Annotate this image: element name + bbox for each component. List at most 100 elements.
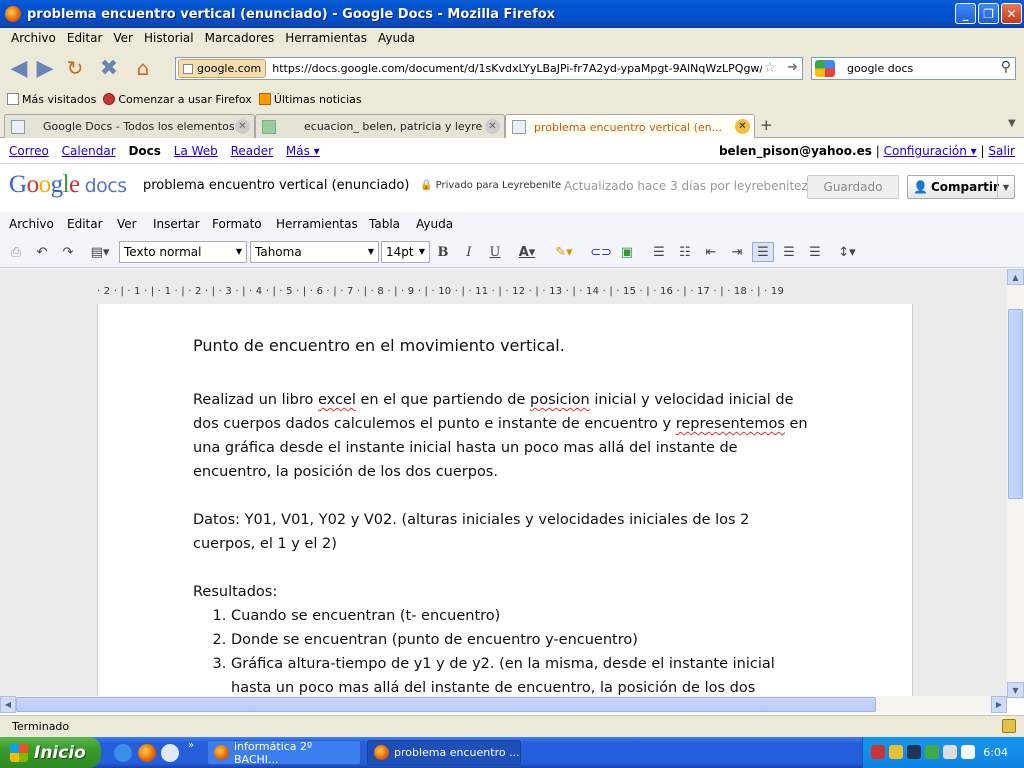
horizontal-scroll-thumb[interactable] [16, 697, 876, 712]
menu-ayuda[interactable]: Ayuda [378, 31, 415, 45]
start-button[interactable]: Inicio [0, 737, 101, 768]
menu-archivo[interactable]: Archivo [11, 31, 56, 45]
paragraph-style-select[interactable]: Texto normal ▼ [119, 241, 247, 263]
gbar-reader[interactable]: Reader [231, 144, 273, 158]
docmenu-ver[interactable]: Ver [117, 217, 137, 231]
gbar-la-web[interactable]: La Web [174, 144, 218, 158]
docmenu-insertar[interactable]: Insertar [153, 217, 200, 231]
bookmark-comenzar-firefox[interactable]: Comenzar a usar Firefox [103, 93, 252, 106]
decrease-indent-icon[interactable]: ⇤ [700, 242, 722, 262]
tray-app-icon[interactable] [889, 745, 903, 759]
underline-icon[interactable]: U [484, 242, 506, 262]
tab-close-icon[interactable]: ✕ [485, 119, 500, 134]
taskbar-item-problema[interactable]: problema encuentro ... [367, 740, 521, 765]
maximize-button[interactable]: ❐ [978, 3, 999, 24]
tab-list-arrow-icon[interactable]: ▼ [1008, 118, 1016, 129]
share-dropdown-icon[interactable]: ▼ [997, 176, 1014, 198]
tab-ecuacion[interactable]: ecuacion_ belen, patricia y leyre ✕ [255, 114, 505, 138]
update-icon[interactable] [925, 745, 939, 759]
docmenu-tabla[interactable]: Tabla [369, 217, 400, 231]
print-icon[interactable]: ⎙ [5, 242, 27, 262]
document-title[interactable]: problema encuentro vertical (enunciado) [143, 178, 409, 193]
docmenu-herramientas[interactable]: Herramientas [276, 217, 358, 231]
ruler[interactable]: · 2 · | · 1 · | · 1 · | · 2 · | · 3 · | … [97, 286, 915, 300]
scroll-up-icon[interactable]: ▲ [1007, 269, 1024, 285]
forward-icon[interactable]: ▶ [34, 53, 56, 83]
image-icon[interactable]: ▣ [616, 242, 638, 262]
tab-problema-encuentro[interactable]: problema encuentro vertical (en... ✕ [505, 114, 755, 139]
tab-close-icon[interactable]: ✕ [235, 119, 250, 134]
back-icon[interactable]: ◀ [4, 53, 34, 83]
redo-icon[interactable]: ↷ [57, 242, 79, 262]
link-icon[interactable]: ⊂⊃ [590, 242, 612, 262]
gbar-correo[interactable]: Correo [9, 144, 49, 158]
font-size-select[interactable]: 14pt ▼ [381, 241, 430, 263]
site-identity-button[interactable]: google.com [178, 59, 267, 78]
bulleted-list-icon[interactable]: ☷ [674, 242, 696, 262]
bookmark-mas-visitados[interactable]: Más visitados [7, 93, 96, 106]
docmenu-editar[interactable]: Editar [67, 217, 103, 231]
gbar-mas[interactable]: Más ▾ [286, 144, 320, 158]
document-page[interactable]: Punto de encuentro en el movimiento vert… [97, 304, 913, 697]
text-color-icon[interactable]: A▾ [511, 242, 543, 262]
increase-indent-icon[interactable]: ⇥ [726, 242, 748, 262]
quicklaunch-expand-icon[interactable]: » [188, 740, 194, 751]
network-icon[interactable] [907, 745, 921, 759]
line-spacing-icon[interactable]: ↕▾ [832, 242, 862, 262]
gbar-configuracion[interactable]: Configuración ▾ [884, 144, 977, 158]
search-icon[interactable]: ⚲ [1001, 59, 1011, 75]
docmenu-formato[interactable]: Formato [212, 217, 262, 231]
align-right-icon[interactable]: ☰ [804, 242, 826, 262]
bold-icon[interactable]: B [432, 242, 454, 262]
menu-historial[interactable]: Historial [144, 31, 194, 45]
firefox-quicklaunch-icon[interactable] [138, 744, 156, 762]
home-icon[interactable]: ⌂ [128, 53, 158, 83]
messenger-icon[interactable] [161, 744, 179, 762]
menu-editar[interactable]: Editar [67, 31, 103, 45]
search-input[interactable]: google docs [847, 62, 913, 75]
highlight-color-icon[interactable]: ✎▾ [548, 242, 580, 262]
share-button[interactable]: 👤 Compartir ▼ [907, 175, 1015, 199]
font-family-select[interactable]: Tahoma ▼ [250, 241, 379, 263]
document-body[interactable]: Punto de encuentro en el movimiento vert… [193, 334, 813, 697]
scroll-down-icon[interactable]: ▼ [1007, 682, 1024, 698]
search-bar[interactable]: google docs ⚲ [811, 57, 1016, 80]
internet-explorer-icon[interactable] [114, 744, 132, 762]
go-arrow-icon[interactable]: ➜ [787, 60, 798, 75]
address-bar[interactable]: google.com https://docs.google.com/docum… [175, 57, 803, 80]
undo-icon[interactable]: ↶ [31, 242, 53, 262]
bookmark-ultimas-noticias[interactable]: Últimas noticias [258, 93, 362, 106]
tab-google-docs-list[interactable]: Google Docs - Todos los elementos ✕ [4, 114, 255, 138]
antivirus-icon[interactable] [871, 745, 885, 759]
tab-close-icon[interactable]: ✕ [735, 119, 750, 134]
vertical-scrollbar[interactable]: ▲ ▼ [1007, 269, 1024, 699]
docmenu-archivo[interactable]: Archivo [9, 217, 54, 231]
menu-herramientas[interactable]: Herramientas [285, 31, 367, 45]
horizontal-scrollbar[interactable]: ◀ ▶ [0, 696, 1007, 713]
close-button[interactable]: ✕ [1001, 3, 1022, 24]
stop-icon[interactable]: ✖ [94, 53, 124, 83]
saved-button[interactable]: Guardado [807, 175, 899, 199]
gbar-salir[interactable]: Salir [988, 144, 1015, 158]
messenger-tray-icon[interactable] [961, 745, 975, 759]
menu-ver[interactable]: Ver [113, 31, 133, 45]
google-docs-logo[interactable]: Google docs [9, 171, 127, 199]
scroll-right-icon[interactable]: ▶ [991, 696, 1007, 713]
paint-format-icon[interactable]: ▤▾ [85, 242, 115, 262]
align-left-icon[interactable]: ☰ [752, 242, 774, 262]
bookmark-star-icon[interactable]: ☆ [763, 60, 776, 76]
vertical-scroll-thumb[interactable] [1008, 309, 1023, 499]
italic-icon[interactable]: I [458, 242, 480, 262]
url-text[interactable]: https://docs.google.com/document/d/1sKvd… [272, 62, 762, 75]
new-tab-button[interactable]: + [760, 116, 773, 134]
align-center-icon[interactable]: ☰ [778, 242, 800, 262]
volume-icon[interactable] [943, 745, 957, 759]
google-search-engine-icon[interactable] [815, 60, 835, 77]
privacy-indicator[interactable]: 🔒 Privado para Leyrebenite [420, 180, 561, 191]
menu-marcadores[interactable]: Marcadores [205, 31, 275, 45]
minimize-button[interactable]: _ [955, 3, 976, 24]
lock-icon[interactable] [1002, 719, 1016, 733]
reload-icon[interactable]: ↻ [60, 53, 90, 83]
docmenu-ayuda[interactable]: Ayuda [416, 217, 453, 231]
taskbar-item-informatica[interactable]: informática 2º BACHI... [207, 740, 361, 766]
